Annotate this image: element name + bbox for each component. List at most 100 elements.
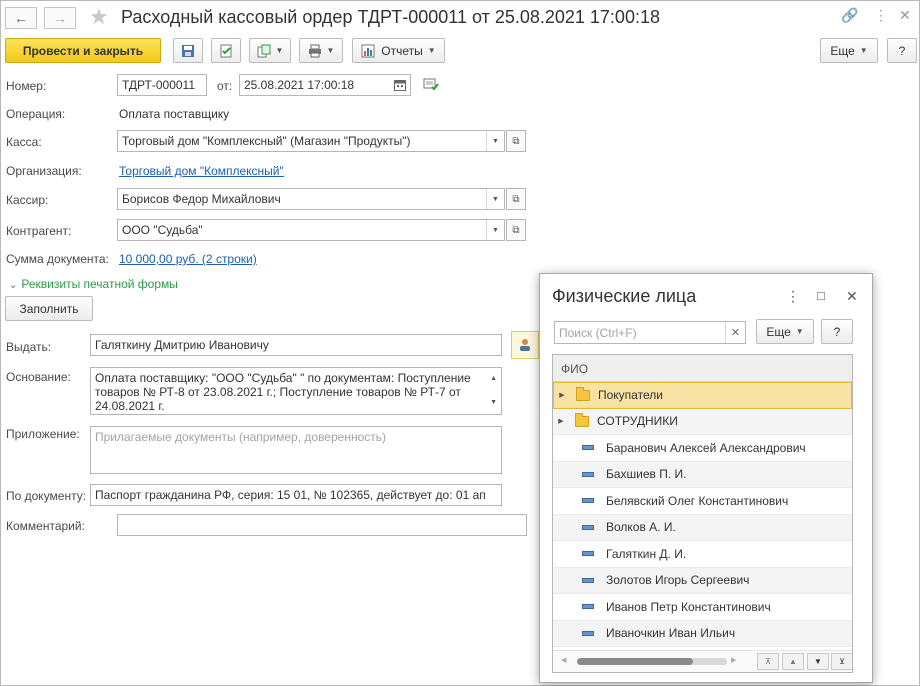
- number-field[interactable]: ТДРТ-000011: [117, 74, 207, 96]
- page-up-icon[interactable]: ▲: [782, 653, 804, 670]
- popup-more-button[interactable]: Еще ▼: [756, 319, 814, 344]
- back-button[interactable]: ←: [5, 7, 37, 29]
- chevron-down-icon[interactable]: ▼: [486, 220, 504, 240]
- scroll-left-icon[interactable]: ◀: [561, 656, 566, 664]
- post-and-close-button[interactable]: Провести и закрыть: [5, 38, 161, 63]
- cash-value: Торговый дом "Комплексный" (Магазин "Про…: [122, 134, 411, 148]
- sum-link[interactable]: 10 000,00 руб. (2 строки): [119, 252, 257, 266]
- list-item[interactable]: Волков А. И.: [553, 514, 852, 541]
- comment-field[interactable]: [117, 514, 527, 536]
- organization-link[interactable]: Торговый дом "Комплексный": [119, 164, 284, 178]
- popup-title: Физические лица: [552, 286, 697, 306]
- help-button[interactable]: ?: [887, 38, 917, 63]
- attachment-label: Приложение:: [6, 427, 80, 441]
- list-item[interactable]: Баранович Алексей Александрович: [553, 435, 852, 462]
- organization-label: Организация:: [6, 164, 82, 178]
- date-field[interactable]: 25.08.2021 17:00:18: [239, 74, 411, 96]
- calendar-icon[interactable]: [390, 75, 410, 95]
- contractor-select[interactable]: ООО "Судьба" ▼: [117, 219, 505, 241]
- by-document-field[interactable]: Паспорт гражданина РФ, серия: 15 01, № 1…: [90, 484, 502, 506]
- reports-chart-icon: [361, 44, 375, 57]
- horizontal-scrollbar[interactable]: ◀ ▶ ⊼ ▲ ▼ ⊻: [553, 650, 852, 672]
- chevron-down-icon: ▼: [427, 46, 436, 55]
- save-button[interactable]: [173, 38, 203, 63]
- date-value: 25.08.2021 17:00:18: [244, 78, 355, 92]
- chevron-down-icon: ▼: [795, 327, 804, 336]
- list-folder-row[interactable]: ▶ Покупатели: [553, 382, 852, 409]
- cash-select[interactable]: Торговый дом "Комплексный" (Магазин "Про…: [117, 130, 505, 152]
- forward-button[interactable]: →: [44, 7, 76, 29]
- comment-label: Комментарий:: [6, 519, 85, 533]
- select-person-button[interactable]: [511, 331, 539, 359]
- more-label: Еще: [830, 43, 855, 58]
- print-details-toggle[interactable]: ⌄ Реквизиты печатной формы: [9, 277, 178, 291]
- list-item[interactable]: Иванов Петр Константинович: [553, 594, 852, 621]
- open-contractor-button[interactable]: ⧉: [506, 219, 526, 241]
- popup-more-vert-icon[interactable]: ⋮: [786, 288, 800, 305]
- basis-field[interactable]: Оплата поставщику: "ООО "Судьба" " по до…: [90, 367, 502, 415]
- list-item[interactable]: Золотов Игорь Сергеевич: [553, 567, 852, 594]
- create-based-on-button[interactable]: ▼: [249, 38, 291, 63]
- list-item[interactable]: Галяткин Д. И.: [553, 541, 852, 568]
- open-cash-button[interactable]: ⧉: [506, 130, 526, 152]
- contractor-label: Контрагент:: [6, 224, 72, 238]
- clear-icon[interactable]: ✕: [725, 322, 745, 343]
- window-title: Расходный кассовый ордер ТДРТ-000011 от …: [121, 7, 660, 27]
- open-cashier-button[interactable]: ⧉: [506, 188, 526, 210]
- chevron-down-icon[interactable]: ▼: [486, 131, 504, 151]
- attachment-field[interactable]: Прилагаемые документы (например, доверен…: [90, 426, 502, 474]
- issue-field[interactable]: Галяткину Дмитрию Ивановичу: [90, 334, 502, 356]
- list-item-label: Покупатели: [598, 388, 663, 403]
- post-document-icon: [220, 44, 232, 57]
- fill-button[interactable]: Заполнить: [5, 296, 93, 321]
- reports-button[interactable]: Отчеты ▼: [352, 38, 445, 63]
- cashier-select[interactable]: Борисов Федор Михайлович ▼: [117, 188, 505, 210]
- list-rows: ▶ Покупатели ▶ СОТРУДНИКИ Баранович Алексей …: [553, 382, 852, 647]
- expand-triangle-icon[interactable]: ▶: [553, 417, 569, 425]
- chevron-down-icon: ⌄: [9, 280, 18, 291]
- scroll-up-icon[interactable]: ▲: [490, 372, 497, 386]
- favorite-star-icon[interactable]: ★: [89, 4, 109, 30]
- popup-close-icon[interactable]: ✕: [846, 288, 858, 305]
- list-item[interactable]: Белявский Олег Константинович: [553, 488, 852, 515]
- save-icon: [182, 44, 194, 57]
- list-folder-row[interactable]: ▶ СОТРУДНИКИ: [553, 408, 852, 435]
- last-page-icon[interactable]: ⊻: [831, 653, 852, 670]
- individuals-popup: Физические лица ⋮ □ ✕ Поиск (Ctrl+F) ✕ Е…: [539, 273, 873, 683]
- expand-triangle-icon[interactable]: ▶: [554, 391, 570, 399]
- posted-status-icon: [423, 77, 439, 94]
- print-button[interactable]: ▼: [299, 38, 343, 63]
- popup-search-input[interactable]: Поиск (Ctrl+F) ✕: [554, 321, 746, 344]
- person-icon: [520, 339, 530, 351]
- list-item[interactable]: Иваночкин Иван Ильич: [553, 620, 852, 647]
- more-vert-icon[interactable]: ⋮: [874, 7, 888, 24]
- popup-help-button[interactable]: ?: [821, 319, 853, 344]
- link-icon[interactable]: 🔗: [841, 7, 858, 24]
- column-header-fio[interactable]: ФИО: [553, 355, 852, 382]
- first-page-icon[interactable]: ⊼: [757, 653, 779, 670]
- arrow-left-icon: ←: [14, 10, 28, 26]
- chevron-down-icon[interactable]: ▼: [486, 189, 504, 209]
- more-button[interactable]: Еще ▼: [820, 38, 878, 63]
- list-item-label: Иванов Петр Константинович: [606, 599, 771, 614]
- list-item-label: Баранович Алексей Александрович: [606, 440, 806, 455]
- folder-icon: [575, 412, 589, 427]
- cash-label: Касса:: [6, 135, 42, 149]
- arrow-right-icon: →: [53, 10, 67, 26]
- list-item[interactable]: Бахшиев П. И.: [553, 461, 852, 488]
- scroll-right-icon[interactable]: ▶: [731, 656, 736, 664]
- page-down-icon[interactable]: ▼: [807, 653, 829, 670]
- print-details-label: Реквизиты печатной формы: [21, 277, 178, 291]
- scroll-down-icon[interactable]: ▼: [490, 396, 497, 410]
- item-icon: [582, 577, 594, 583]
- individuals-list: ФИО ▶ Покупатели ▶ СОТРУДНИКИ Баранович Алек…: [552, 354, 853, 673]
- operation-label: Операция:: [6, 107, 66, 121]
- close-icon[interactable]: ✕: [899, 7, 911, 24]
- list-item-label: Волков А. И.: [606, 520, 676, 535]
- attachment-placeholder: Прилагаемые документы (например, доверен…: [95, 430, 386, 444]
- scroll-thumb[interactable]: [577, 658, 693, 665]
- list-item-label: Иваночкин Иван Ильич: [606, 626, 736, 641]
- maximize-icon[interactable]: □: [817, 288, 825, 303]
- post-button[interactable]: [211, 38, 241, 63]
- list-item-label: Золотов Игорь Сергеевич: [606, 573, 750, 588]
